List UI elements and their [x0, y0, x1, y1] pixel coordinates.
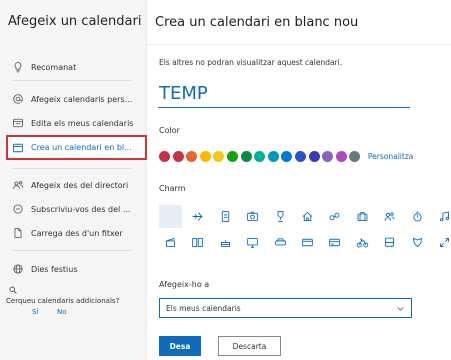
- monitor-icon[interactable]: [241, 231, 264, 254]
- color-swatch[interactable]: [172, 151, 184, 162]
- sidebar-title: Afegeix un calendari: [8, 14, 142, 29]
- yes-link[interactable]: Sí: [32, 308, 38, 316]
- sidebar-divider: [12, 250, 132, 251]
- cake-icon[interactable]: [214, 231, 237, 254]
- sidebar-item-label: Subscriviu-vos des del ...: [31, 204, 131, 214]
- color-swatch[interactable]: [267, 151, 279, 162]
- calendar-icon: [12, 142, 24, 154]
- people-icon[interactable]: [378, 205, 401, 228]
- bike-icon[interactable]: [351, 231, 374, 254]
- sidebar-item-edit-calendars[interactable]: Edita els meus calendaris: [0, 112, 147, 134]
- search-people-icon: [7, 284, 19, 296]
- color-swatch[interactable]: [322, 151, 334, 162]
- add-to-selected-value: Els meus calendaris: [166, 303, 241, 313]
- shopping-cart-icon[interactable]: [296, 231, 319, 254]
- sidebar: Afegeix un calendari Recomanat Afegeix c…: [0, 0, 147, 360]
- color-swatch[interactable]: [349, 151, 361, 162]
- sidebar-item-subscribe[interactable]: Subscriviu-vos des del ...: [0, 198, 147, 220]
- subscribe-icon: [12, 203, 24, 215]
- color-swatch[interactable]: [186, 151, 198, 162]
- movie-icon[interactable]: [159, 231, 182, 254]
- car-icon[interactable]: [269, 231, 292, 254]
- sidebar-item-label: Afegeix calendaris pers...: [31, 94, 133, 104]
- save-button[interactable]: Desa: [159, 336, 201, 356]
- charm-row-1: [159, 204, 451, 228]
- airplane-icon[interactable]: [186, 205, 209, 228]
- sidebar-item-directory[interactable]: Afegeix des del directori: [0, 174, 147, 196]
- color-swatch[interactable]: [226, 151, 238, 162]
- trophy-icon[interactable]: [269, 205, 292, 228]
- file-icon: [12, 227, 24, 239]
- charm-label: Charm: [159, 184, 186, 193]
- header-divider: [147, 44, 451, 45]
- color-swatch[interactable]: [308, 151, 320, 162]
- color-swatch[interactable]: [199, 151, 211, 162]
- description-text: Els altres no podran visualitzar aquest …: [159, 58, 343, 67]
- main-panel: Crea un calendari en blanc nou Els altre…: [147, 0, 451, 360]
- sidebar-item-recommended[interactable]: Recomanat: [0, 56, 147, 78]
- sidebar-item-label: Crea un calendari en bl...: [31, 143, 132, 152]
- color-picker: Personalitza: [159, 150, 413, 163]
- additional-calendars-question: Cerqueu calendaris addicionals?: [6, 297, 120, 305]
- expand-icon[interactable]: [433, 231, 451, 254]
- color-swatch[interactable]: [240, 151, 252, 162]
- charm-blank[interactable]: [159, 204, 182, 228]
- add-to-select[interactable]: Els meus calendaris: [159, 298, 412, 318]
- color-swatch[interactable]: [281, 151, 293, 162]
- globe-icon: [12, 263, 24, 275]
- lightbulb-icon: [12, 61, 24, 73]
- medal-icon[interactable]: [406, 231, 429, 254]
- sidebar-item-label: Recomanat: [31, 62, 77, 72]
- page-title: Crea un calendari en blanc nou: [155, 15, 359, 30]
- discard-button[interactable]: Descarta: [218, 336, 281, 356]
- color-swatch[interactable]: [213, 151, 225, 162]
- sidebar-divider: [12, 80, 132, 81]
- camera-icon[interactable]: [241, 205, 264, 228]
- at-icon: [12, 93, 24, 105]
- sidebar-item-upload-file[interactable]: Carrega des d'un fitxer: [0, 222, 147, 244]
- color-swatch[interactable]: [159, 151, 170, 162]
- sidebar-item-create-blank[interactable]: Crea un calendari en bl...: [6, 135, 147, 160]
- suitcase-icon[interactable]: [351, 205, 374, 228]
- people-icon: [12, 179, 24, 191]
- sidebar-item-label: Carrega des d'un fitxer: [31, 228, 123, 238]
- link-icon[interactable]: [323, 205, 346, 228]
- music-icon[interactable]: [433, 205, 451, 228]
- sidebar-item-label: Edita els meus calendaris: [31, 118, 134, 128]
- color-label: Color: [159, 126, 180, 135]
- color-swatch[interactable]: [335, 151, 347, 162]
- sidebar-item-holidays[interactable]: Dies festius: [0, 258, 147, 280]
- card-icon[interactable]: [323, 231, 346, 254]
- add-to-label: Afegeix-ho a: [159, 280, 210, 289]
- book-icon[interactable]: [186, 231, 209, 254]
- bus-icon[interactable]: [378, 231, 401, 254]
- sidebar-divider: [12, 168, 132, 169]
- chevron-down-icon: [396, 304, 405, 313]
- color-swatch[interactable]: [294, 151, 306, 162]
- sidebar-item-label: Dies festius: [31, 264, 78, 274]
- stopwatch-icon[interactable]: [406, 205, 429, 228]
- charm-row-2: [159, 230, 451, 254]
- sidebar-item-add-personal[interactable]: Afegeix calendaris pers...: [0, 88, 147, 110]
- color-swatch[interactable]: [254, 151, 266, 162]
- custom-color-link[interactable]: Personalitza: [368, 152, 413, 161]
- home-icon[interactable]: [296, 205, 319, 228]
- no-link[interactable]: No: [57, 308, 67, 316]
- sidebar-item-label: Afegeix des del directori: [31, 180, 129, 190]
- edit-calendar-icon: [12, 117, 24, 129]
- document-icon[interactable]: [214, 205, 237, 228]
- calendar-name-input[interactable]: [158, 82, 410, 108]
